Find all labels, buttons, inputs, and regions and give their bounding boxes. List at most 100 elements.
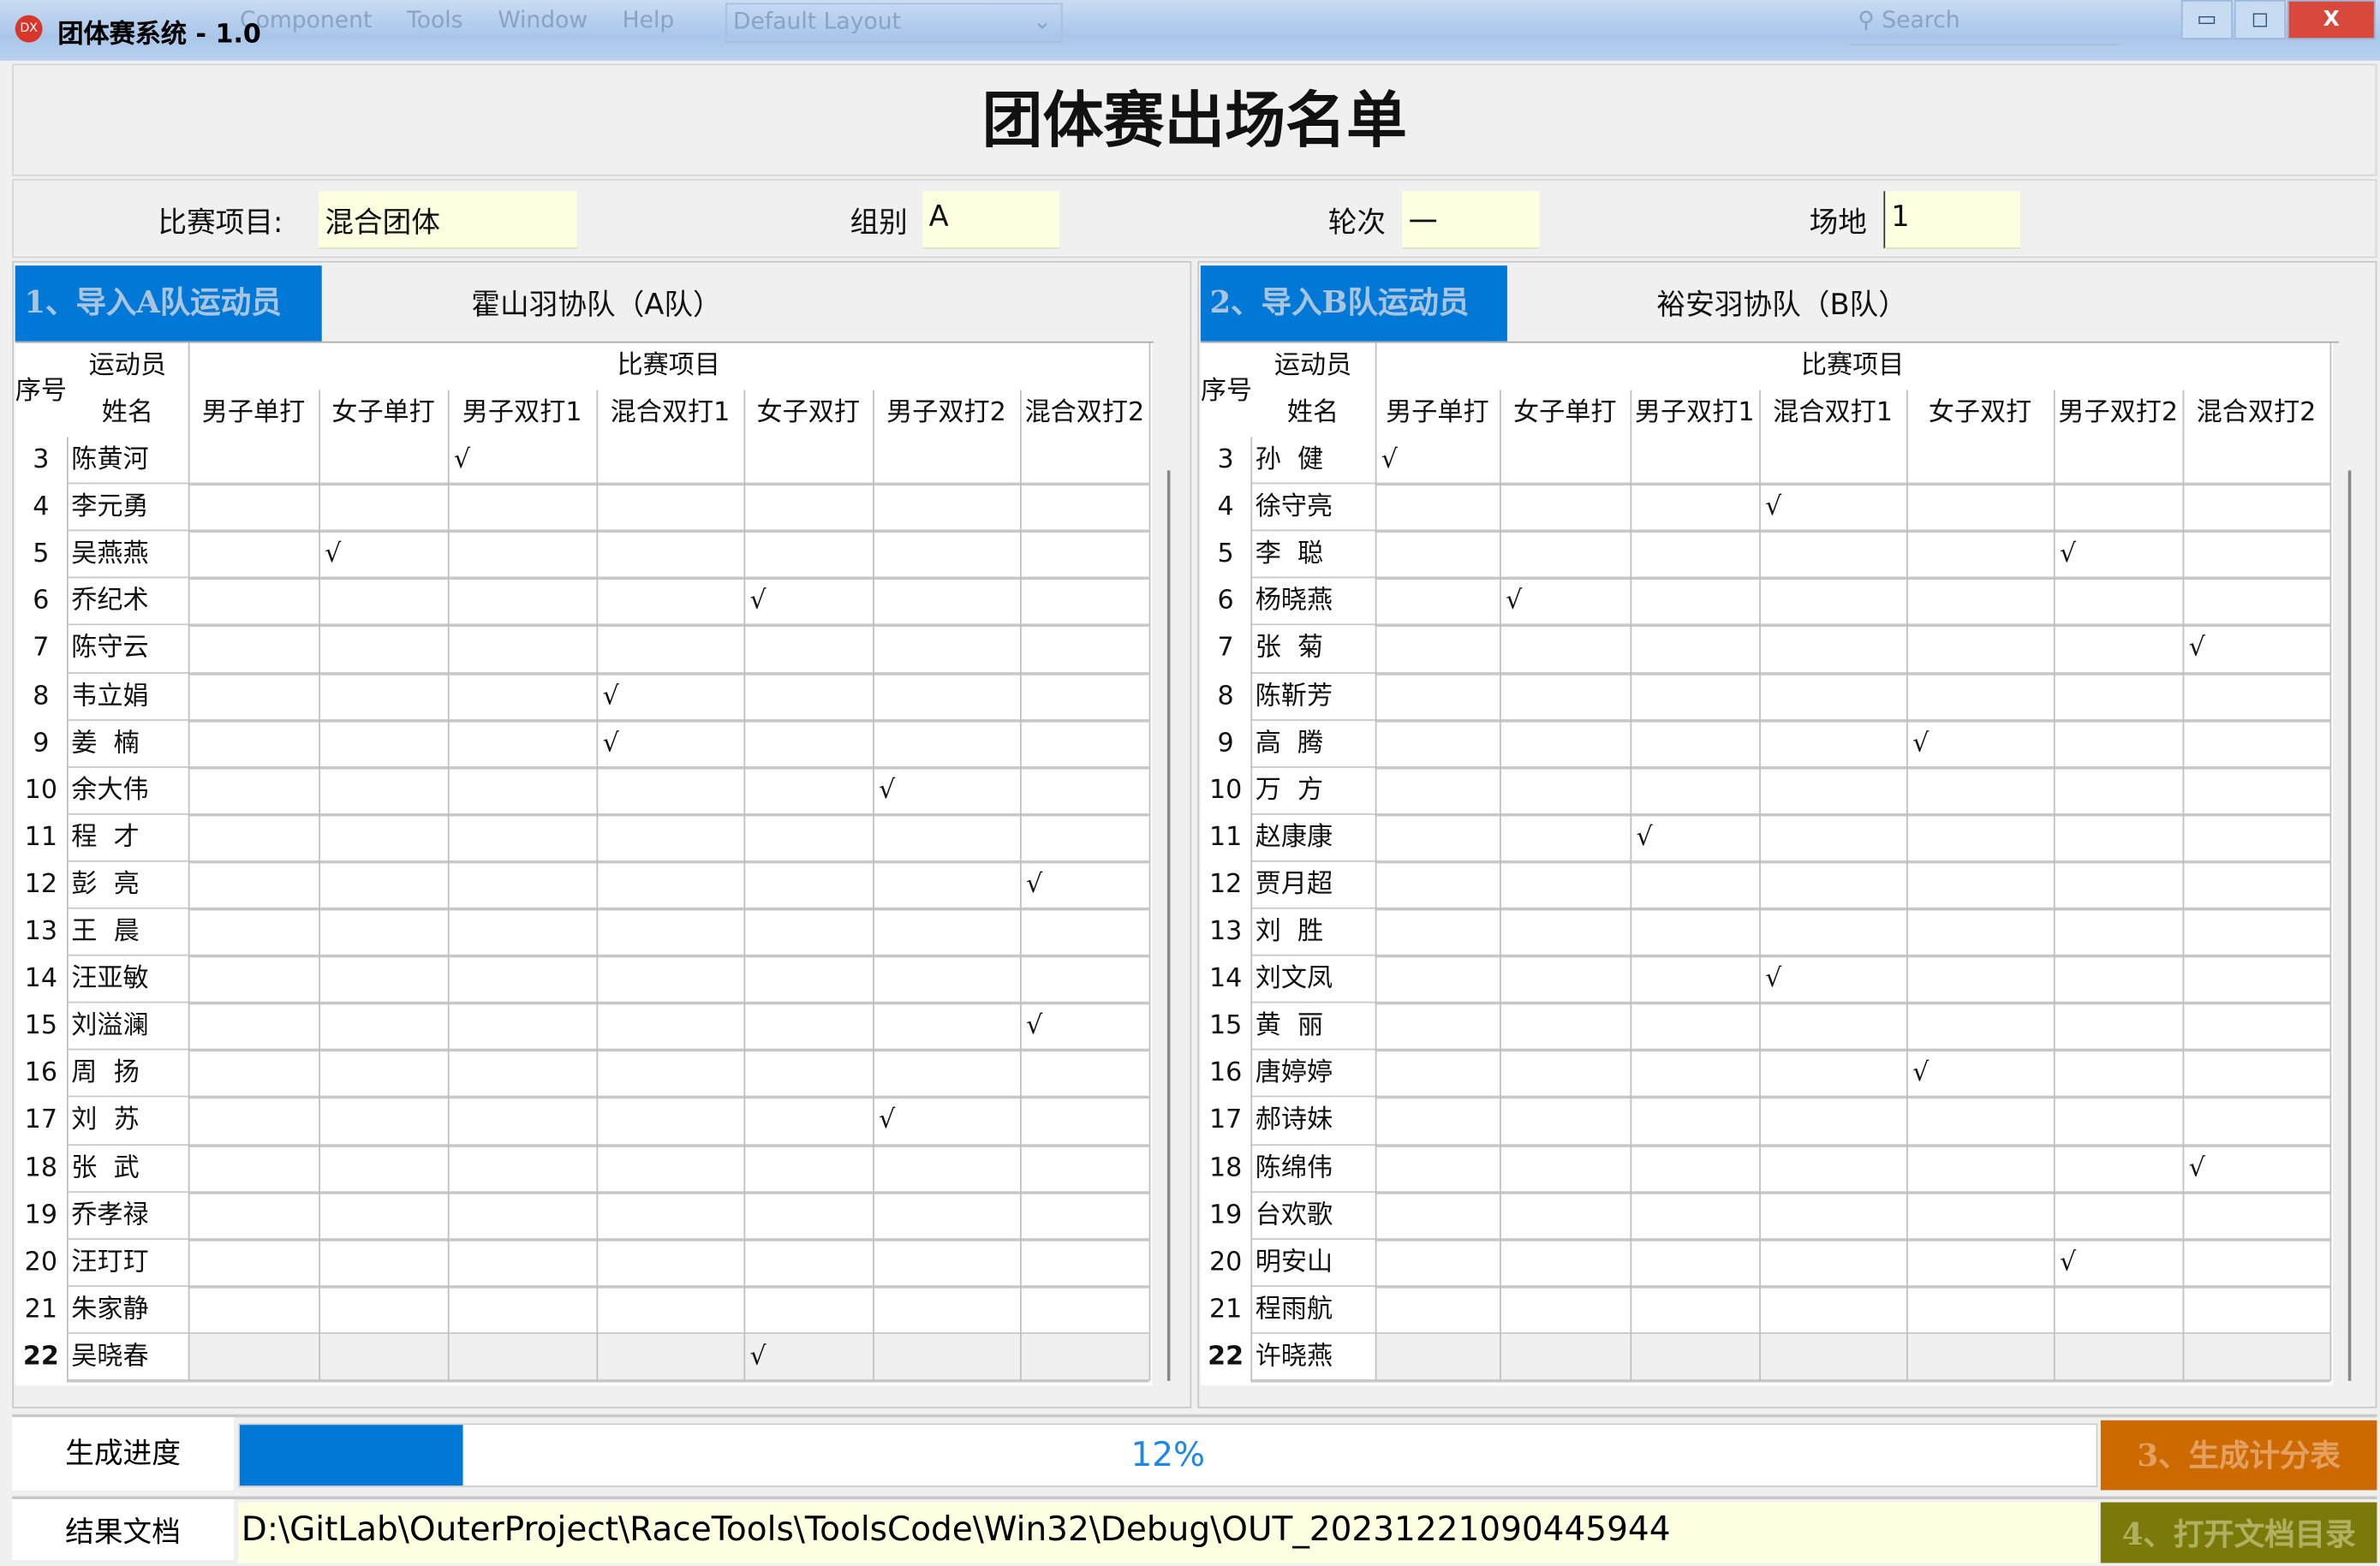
menu-window[interactable]: Window: [498, 6, 588, 33]
player-name[interactable]: 李 聪: [1250, 531, 1375, 579]
player-name[interactable]: 郝诗妹: [1250, 1098, 1375, 1146]
table-row[interactable]: 12 彭 亮 √: [15, 861, 1149, 909]
player-name[interactable]: 贾月超: [1250, 861, 1375, 909]
player-name[interactable]: 刘 苏: [66, 1098, 188, 1146]
generate-scoresheet-button[interactable]: 3、生成计分表: [2100, 1420, 2377, 1491]
table-row[interactable]: 16 唐婷婷 √: [1201, 1050, 2330, 1099]
table-row[interactable]: 18 陈绵伟 √: [1201, 1145, 2330, 1193]
minimize-button[interactable]: ▭: [2180, 0, 2234, 40]
player-name[interactable]: 陈黄河: [66, 437, 188, 485]
event-field[interactable]: 混合团体: [319, 191, 577, 249]
player-name[interactable]: 王 晨: [66, 908, 188, 956]
player-name[interactable]: 余大伟: [66, 767, 188, 815]
player-name[interactable]: 张 武: [66, 1145, 188, 1193]
player-name[interactable]: 韦立娟: [66, 673, 188, 721]
player-name[interactable]: 彭 亮: [66, 861, 188, 909]
table-row[interactable]: 20 明安山 √: [1201, 1239, 2330, 1287]
player-name[interactable]: 汪玎玎: [66, 1239, 188, 1287]
event-cell[interactable]: √: [1500, 579, 1630, 626]
player-name[interactable]: 朱家静: [66, 1286, 188, 1334]
venue-field[interactable]: 1: [1883, 191, 2020, 249]
team_a-import-button[interactable]: 1、导入A队运动员: [15, 265, 322, 342]
table-row[interactable]: 15 刘溢澜 √: [15, 1003, 1149, 1051]
scrollbar-thumb[interactable]: [2347, 470, 2352, 1381]
player-name[interactable]: 刘 胜: [1250, 908, 1375, 956]
close-button[interactable]: X: [2287, 0, 2376, 40]
table-row[interactable]: 19 台欢歌: [1201, 1192, 2330, 1240]
scrollbar-thumb[interactable]: [1166, 470, 1171, 1381]
player-name[interactable]: 周 扬: [66, 1050, 188, 1099]
table-row[interactable]: 17 郝诗妹: [1201, 1098, 2330, 1146]
player-name[interactable]: 陈靳芳: [1250, 673, 1375, 721]
table-row[interactable]: 22 许晓燕: [1200, 1333, 2330, 1381]
table-row[interactable]: 21 朱家静: [15, 1286, 1149, 1334]
open-folder-button[interactable]: 4、打开文档目录: [2100, 1502, 2377, 1563]
event-cell[interactable]: √: [1906, 720, 2054, 767]
table-row[interactable]: 21 程雨航: [1201, 1286, 2330, 1334]
table-row[interactable]: 9 姜 楠 √: [15, 720, 1149, 768]
table-row[interactable]: 17 刘 苏 √: [15, 1098, 1149, 1146]
table-row[interactable]: 8 陈靳芳: [1201, 673, 2330, 721]
player-name[interactable]: 赵康康: [1250, 814, 1375, 862]
table-row[interactable]: 9 高 腾 √: [1201, 720, 2330, 768]
player-name[interactable]: 刘文凤: [1250, 956, 1375, 1003]
event-cell[interactable]: √: [1906, 1051, 2054, 1098]
event-cell[interactable]: √: [2054, 1239, 2183, 1286]
event-cell[interactable]: √: [448, 437, 597, 484]
table-row[interactable]: 19 乔孝禄: [15, 1192, 1149, 1240]
table-row[interactable]: 20 汪玎玎: [15, 1239, 1149, 1287]
player-name[interactable]: 吴晓春: [66, 1333, 188, 1381]
table-row[interactable]: 16 周 扬: [15, 1050, 1149, 1099]
event-cell[interactable]: √: [1020, 1003, 1149, 1051]
team_a-scrollbar[interactable]: [1152, 342, 1183, 1387]
player-name[interactable]: 陈绵伟: [1250, 1145, 1375, 1193]
table-row[interactable]: 10 万 方: [1201, 767, 2330, 815]
player-name[interactable]: 刘溢澜: [66, 1003, 188, 1051]
player-name[interactable]: 汪亚敏: [66, 956, 188, 1003]
player-name[interactable]: 程 才: [66, 814, 188, 862]
event-cell[interactable]: √: [319, 532, 448, 579]
player-name[interactable]: 许晓燕: [1250, 1333, 1375, 1381]
player-name[interactable]: 明安山: [1250, 1239, 1375, 1287]
event-cell[interactable]: √: [597, 673, 744, 720]
table-row[interactable]: 3 陈黄河 √: [15, 437, 1149, 485]
player-name[interactable]: 徐守亮: [1250, 484, 1375, 532]
player-name[interactable]: 吴燕燕: [66, 531, 188, 579]
player-name[interactable]: 高 腾: [1250, 720, 1375, 768]
event-cell[interactable]: √: [743, 1334, 873, 1381]
table-row[interactable]: 3 孙 健 √: [1201, 437, 2330, 485]
player-name[interactable]: 姜 楠: [66, 720, 188, 768]
maximize-button[interactable]: ◻: [2234, 0, 2287, 40]
menu-tools[interactable]: Tools: [407, 6, 462, 33]
table-row[interactable]: 22 吴晓春 √: [15, 1333, 1149, 1381]
player-name[interactable]: 杨晓燕: [1250, 578, 1375, 626]
player-name[interactable]: 李元勇: [66, 484, 188, 532]
table-row[interactable]: 4 李元勇: [15, 484, 1149, 532]
table-row[interactable]: 10 余大伟 √: [15, 767, 1149, 815]
table-row[interactable]: 6 杨晓燕 √: [1201, 578, 2330, 626]
event-cell[interactable]: √: [1759, 956, 1906, 1003]
event-cell[interactable]: √: [1375, 437, 1500, 484]
table-row[interactable]: 5 李 聪 √: [1201, 531, 2330, 579]
event-cell[interactable]: √: [1630, 814, 1759, 861]
event-cell[interactable]: √: [743, 579, 873, 626]
team_b-scrollbar[interactable]: [2333, 342, 2364, 1387]
team_b-import-button[interactable]: 2、导入B队运动员: [1200, 265, 1507, 342]
player-name[interactable]: 黄 丽: [1250, 1003, 1375, 1051]
table-row[interactable]: 12 贾月超: [1201, 861, 2330, 909]
table-row[interactable]: 7 陈守云: [15, 625, 1149, 673]
player-name[interactable]: 孙 健: [1250, 437, 1375, 485]
event-cell[interactable]: √: [873, 1098, 1020, 1145]
event-cell[interactable]: √: [2183, 1145, 2330, 1192]
player-name[interactable]: 程雨航: [1250, 1286, 1375, 1334]
table-row[interactable]: 15 黄 丽: [1201, 1003, 2330, 1051]
group-field[interactable]: A: [922, 191, 1060, 249]
result-path-field[interactable]: D:\GitLab\OuterProject\RaceTools\ToolsCo…: [238, 1502, 2098, 1563]
table-row[interactable]: 11 程 才: [15, 814, 1149, 862]
table-row[interactable]: 5 吴燕燕 √: [15, 531, 1149, 579]
player-name[interactable]: 台欢歌: [1250, 1192, 1375, 1240]
table-row[interactable]: 11 赵康康 √: [1201, 814, 2330, 862]
menu-help[interactable]: Help: [623, 6, 675, 33]
table-row[interactable]: 4 徐守亮 √: [1201, 484, 2330, 532]
event-cell[interactable]: √: [2054, 532, 2183, 579]
